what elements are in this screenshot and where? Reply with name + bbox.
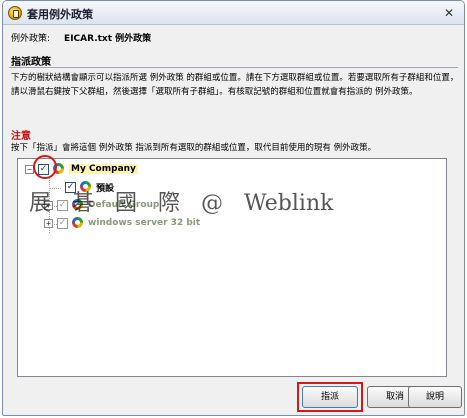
assign-description: 下方的樹狀結構會顯示可以指派所選 例外政策 的群組或位置。請在下方選取群組或位置… xyxy=(11,73,459,97)
expand-icon[interactable]: + xyxy=(44,218,53,228)
policy-label: 例外政策: xyxy=(11,34,51,44)
assign-button[interactable]: 指派 xyxy=(302,386,358,408)
group-icon xyxy=(71,216,84,230)
title-bar: 套用例外政策 ✕ xyxy=(3,1,464,25)
note-title: 注意 xyxy=(11,131,31,142)
section-divider xyxy=(9,67,458,68)
tree-checkbox-windows-server[interactable]: ✓ xyxy=(57,217,68,229)
apply-exception-policy-dialog: 套用例外政策 ✕ 例外政策: EICAR.txt 例外政策 指派政策 下方的樹狀結… xyxy=(2,0,465,416)
policy-line: 例外政策: EICAR.txt 例外政策 xyxy=(11,31,151,44)
note-text: 按下「指派」會將這個 例外政策 指派到所有選取的群組或位置，取代目前使用的現有 … xyxy=(11,143,377,153)
dialog-title: 套用例外政策 xyxy=(27,8,93,21)
help-button[interactable]: 說明 xyxy=(408,386,462,408)
policy-value: EICAR.txt 例外政策 xyxy=(64,34,152,44)
close-icon[interactable]: ✕ xyxy=(442,6,456,20)
checkbox-highlight-annotation xyxy=(33,155,57,179)
tree-node-windows-server[interactable]: + ✓ windows server 32 bit xyxy=(44,215,200,231)
assign-section-title: 指派政策 xyxy=(11,57,51,68)
policy-app-icon xyxy=(8,6,22,20)
watermark: 展 碁 國 際 @ Weblink xyxy=(29,191,334,216)
tree-label-my-company[interactable]: My Company xyxy=(69,164,138,174)
tree-label-windows-server[interactable]: windows server 32 bit xyxy=(88,218,200,228)
